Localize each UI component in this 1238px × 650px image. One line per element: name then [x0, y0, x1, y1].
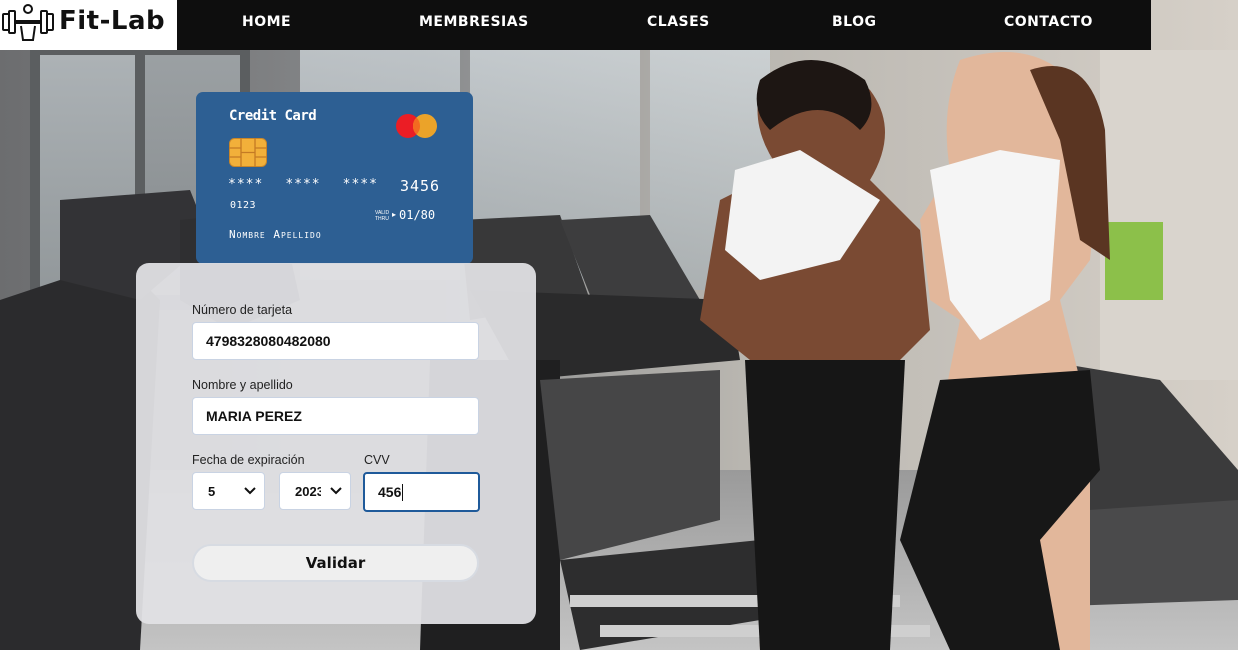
expiry-year-select[interactable]: 2023 — [279, 472, 351, 510]
payment-page: Fit-Lab HOME MEMBRESIAS CLASES BLOG CONT… — [0, 0, 1238, 650]
cvv-input[interactable]: 456 — [363, 472, 480, 512]
card-number-group-2: **** — [285, 177, 321, 192]
main-navbar: HOME MEMBRESIAS CLASES BLOG CONTACTO — [177, 0, 1151, 50]
brand-name: Fit-Lab — [59, 6, 166, 36]
nav-clases[interactable]: CLASES — [647, 14, 710, 30]
card-number-group-4: 3456 — [399, 177, 441, 195]
validate-button[interactable]: Validar — [192, 544, 479, 582]
nav-home[interactable]: HOME — [242, 14, 291, 30]
valid-thru-arrow-icon: ▸ — [392, 210, 397, 219]
validate-button-label: Validar — [305, 554, 366, 572]
card-number-value: 4798328080482080 — [206, 333, 331, 349]
chip-icon — [229, 138, 267, 167]
card-number-input[interactable]: 4798328080482080 — [192, 322, 479, 360]
valid-thru-label: VALID THRU — [375, 210, 390, 222]
cvv-value: 456 — [378, 484, 402, 500]
card-number-group-1: **** — [228, 177, 264, 192]
valid-thru-date: 01/80 — [399, 208, 436, 222]
expiry-month-select[interactable]: 5 — [192, 472, 265, 510]
name-input[interactable]: MARIA PEREZ — [192, 397, 479, 435]
expiry-year-value: 2023 — [295, 483, 321, 499]
card-number-group-3: **** — [342, 177, 378, 192]
name-value: MARIA PEREZ — [206, 408, 302, 424]
expiry-label: Fecha de expiración — [192, 453, 305, 467]
card-number-label: Número de tarjeta — [192, 303, 293, 317]
nav-blog[interactable]: BLOG — [832, 14, 877, 30]
chevron-down-icon — [330, 487, 342, 495]
nav-contacto[interactable]: CONTACTO — [1004, 14, 1093, 30]
card-small-number: 0123 — [230, 200, 257, 211]
text-caret — [402, 483, 404, 501]
card-title: Credit Card — [229, 108, 317, 124]
card-number-preview: **** **** **** 3456 — [228, 177, 440, 195]
logo[interactable]: Fit-Lab — [0, 0, 177, 50]
credit-card-preview: Credit Card **** **** **** 3456 0123 VAL… — [196, 92, 473, 264]
cvv-label: CVV — [364, 453, 390, 467]
mastercard-logo — [396, 114, 437, 138]
dumbbell-person-icon — [2, 4, 54, 41]
nav-membresias[interactable]: MEMBRESIAS — [419, 14, 529, 30]
name-label: Nombre y apellido — [192, 378, 293, 392]
card-holder-name: Nombre Apellido — [229, 228, 322, 241]
chevron-down-icon — [244, 487, 256, 495]
